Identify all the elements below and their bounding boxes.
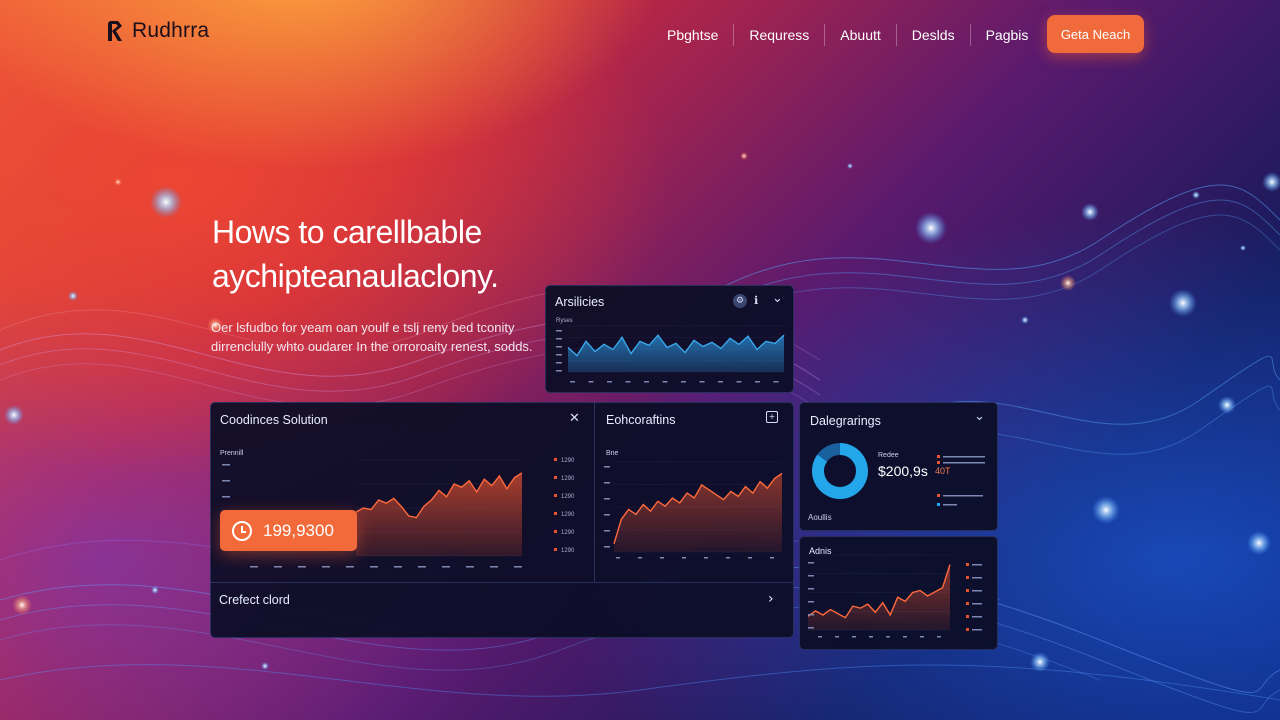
chevron-down-icon[interactable]: ⌄ [974, 409, 985, 424]
divider [594, 402, 595, 582]
nav-link-2[interactable]: Requress [733, 24, 824, 46]
cta-button[interactable]: Geta Neach [1047, 15, 1144, 53]
arrow-right-icon[interactable]: › [768, 591, 774, 607]
y-tick [556, 330, 562, 332]
export-icon[interactable]: + [766, 411, 778, 423]
y-tick [556, 354, 562, 356]
nav-link-5[interactable]: Pagbis [969, 24, 1044, 46]
brand-logo[interactable]: Rudhrra [106, 18, 209, 44]
hero-title: Hows to carellbable aychipteanaulaclony. [212, 214, 499, 294]
y-tick [556, 370, 562, 372]
top-navigation: Rudhrra Pbghtse Requress Abuutt Deslds P… [0, 0, 1280, 70]
analytics-panel: Arsilicies ⚙ ℹ ⌄ Ryses [545, 285, 794, 393]
donut-delta: 40T [935, 466, 951, 476]
x-tick [662, 381, 668, 383]
metric-value: 199,9300 [263, 520, 334, 540]
y-tick [556, 362, 562, 364]
clock-icon [232, 520, 252, 541]
x-tick [588, 381, 594, 383]
footer-label: Crefect clord [219, 593, 290, 607]
x-tick [607, 381, 612, 383]
y-tick [556, 346, 562, 348]
donut-label: Redee [878, 452, 899, 459]
nav-links: Pbghtse Requress Abuutt Deslds Pagbis [652, 24, 1043, 46]
x-tick [736, 381, 742, 383]
metric-badge: 199,9300 [220, 510, 357, 551]
nav-link-3[interactable]: Abuutt [824, 24, 895, 46]
conversions-title: Eohcoraftins [606, 413, 676, 427]
x-tick [699, 381, 705, 383]
x-tick [773, 381, 779, 383]
analytics-chart: Ryses [556, 318, 785, 383]
x-tick [755, 381, 760, 383]
x-tick [681, 381, 686, 383]
solution-title: Coodinces Solution [220, 413, 328, 427]
x-tick [644, 381, 649, 383]
divider [210, 582, 793, 583]
donut-sub-label: Aoullis [808, 513, 832, 522]
nav-link-4[interactable]: Deslds [895, 24, 970, 46]
admin-title: Adnis [809, 546, 832, 556]
donut-value: $200,9s [878, 463, 928, 479]
x-tick [570, 381, 575, 383]
axis-label: Ryses [556, 318, 573, 324]
dalegrarings-title: Dalegrarings [810, 414, 881, 428]
admin-panel: Adnis [799, 536, 998, 650]
nav-link-1[interactable]: Pbghtse [652, 24, 733, 46]
x-tick [625, 381, 631, 383]
x-tick [718, 381, 723, 383]
y-tick [556, 338, 562, 340]
hero-subtitle: Oer lsfudbo for yeam oan youlf e tslj re… [211, 320, 533, 354]
logo-mark-icon [108, 21, 122, 41]
brand-name: Rudhrra [132, 19, 210, 42]
close-icon[interactable]: ✕ [569, 411, 580, 426]
